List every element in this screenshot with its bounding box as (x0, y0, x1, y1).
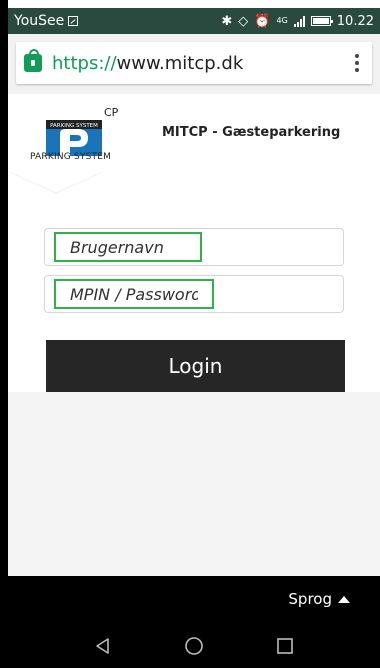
header-pointer (8, 172, 104, 194)
language-selector[interactable]: Sprog (288, 590, 350, 608)
vibrate-icon: ◇ (238, 13, 249, 29)
browser-toolbar: https://www.mitcp.dk (8, 34, 380, 94)
clock: 10.22 (336, 13, 374, 29)
password-field-wrapper (44, 275, 344, 313)
battery-icon (310, 16, 333, 26)
footer-bar: Sprog (8, 576, 380, 624)
recent-apps-icon[interactable] (275, 636, 295, 656)
logo-mark-text: CP (104, 106, 119, 119)
alarm-icon: ⏰ (254, 13, 271, 29)
address-bar[interactable]: https://www.mitcp.dk (16, 42, 372, 84)
login-form: Login (8, 174, 380, 392)
page-title: MITCP - Gæsteparkering (162, 125, 341, 140)
url-text[interactable]: https://www.mitcp.dk (52, 53, 352, 74)
carrier-label: YouSee (14, 13, 65, 29)
login-button[interactable]: Login (46, 340, 345, 392)
language-label: Sprog (288, 590, 332, 608)
url-scheme: https:// (52, 52, 117, 74)
username-field-wrapper (44, 228, 344, 266)
page-background (8, 392, 380, 576)
secure-lock-icon[interactable] (24, 49, 42, 72)
caret-up-icon (338, 595, 350, 603)
back-icon[interactable] (93, 636, 113, 656)
logo-top-text: PARKING SYSTEM (50, 123, 98, 129)
username-input[interactable] (54, 232, 202, 262)
home-icon[interactable] (183, 635, 205, 657)
overflow-menu-icon[interactable] (352, 54, 362, 72)
android-navigation-bar (8, 624, 380, 668)
screenshot-icon (68, 16, 79, 26)
network-type-label: 4G (276, 15, 288, 25)
screen-bezel (0, 0, 8, 668)
logo-caption: PARKING SYSTEM (30, 152, 112, 162)
bluetooth-icon: ✱ (221, 13, 233, 29)
password-input[interactable] (54, 279, 214, 309)
phone-screen: YouSee ✱ ◇ ⏰ 4G 10.22 https://www.mitcp.… (0, 0, 380, 668)
url-host: www.mitcp.dk (116, 52, 244, 74)
signal-icon (293, 15, 305, 27)
status-bar: YouSee ✱ ◇ ⏰ 4G 10.22 (8, 8, 380, 34)
